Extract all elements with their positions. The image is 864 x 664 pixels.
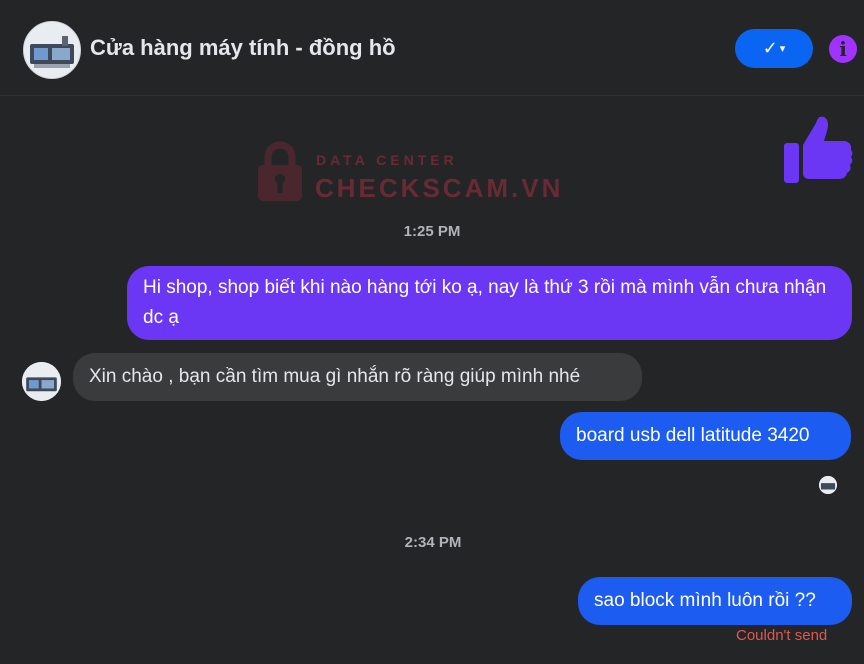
read-receipt-avatar bbox=[819, 476, 837, 494]
watermark-brand: CHECKSCAM.VN bbox=[315, 173, 564, 203]
shop-avatar[interactable] bbox=[23, 21, 81, 79]
send-failed-status[interactable]: Couldn't send bbox=[736, 627, 827, 644]
timestamp: 1:25 PM bbox=[403, 223, 461, 240]
mark-read-button[interactable]: ✓ ▾ bbox=[735, 29, 813, 68]
conversation-title: Cửa hàng máy tính - đồng hồ bbox=[90, 35, 396, 60]
outgoing-message[interactable]: Hi shop, shop biết khi nào hàng tới ko ạ… bbox=[127, 266, 852, 340]
shop-avatar-small bbox=[22, 362, 61, 401]
chat-header: Cửa hàng máy tính - đồng hồ ✓ ▾ i bbox=[0, 0, 864, 96]
thumbs-up-icon[interactable] bbox=[782, 113, 854, 185]
chevron-down-icon: ▾ bbox=[779, 43, 786, 55]
checkmark-icon: ✓ bbox=[762, 38, 778, 58]
watermark-subtitle: DATA CENTER bbox=[316, 152, 458, 168]
timestamp: 2:34 PM bbox=[404, 534, 462, 551]
info-icon[interactable]: i bbox=[829, 35, 857, 63]
outgoing-message[interactable]: sao block mình luôn rồi ?? bbox=[578, 577, 852, 625]
outgoing-message[interactable]: board usb dell latitude 3420 bbox=[560, 412, 851, 460]
incoming-message[interactable]: Xin chào , bạn cần tìm mua gì nhắn rõ rà… bbox=[73, 353, 642, 401]
